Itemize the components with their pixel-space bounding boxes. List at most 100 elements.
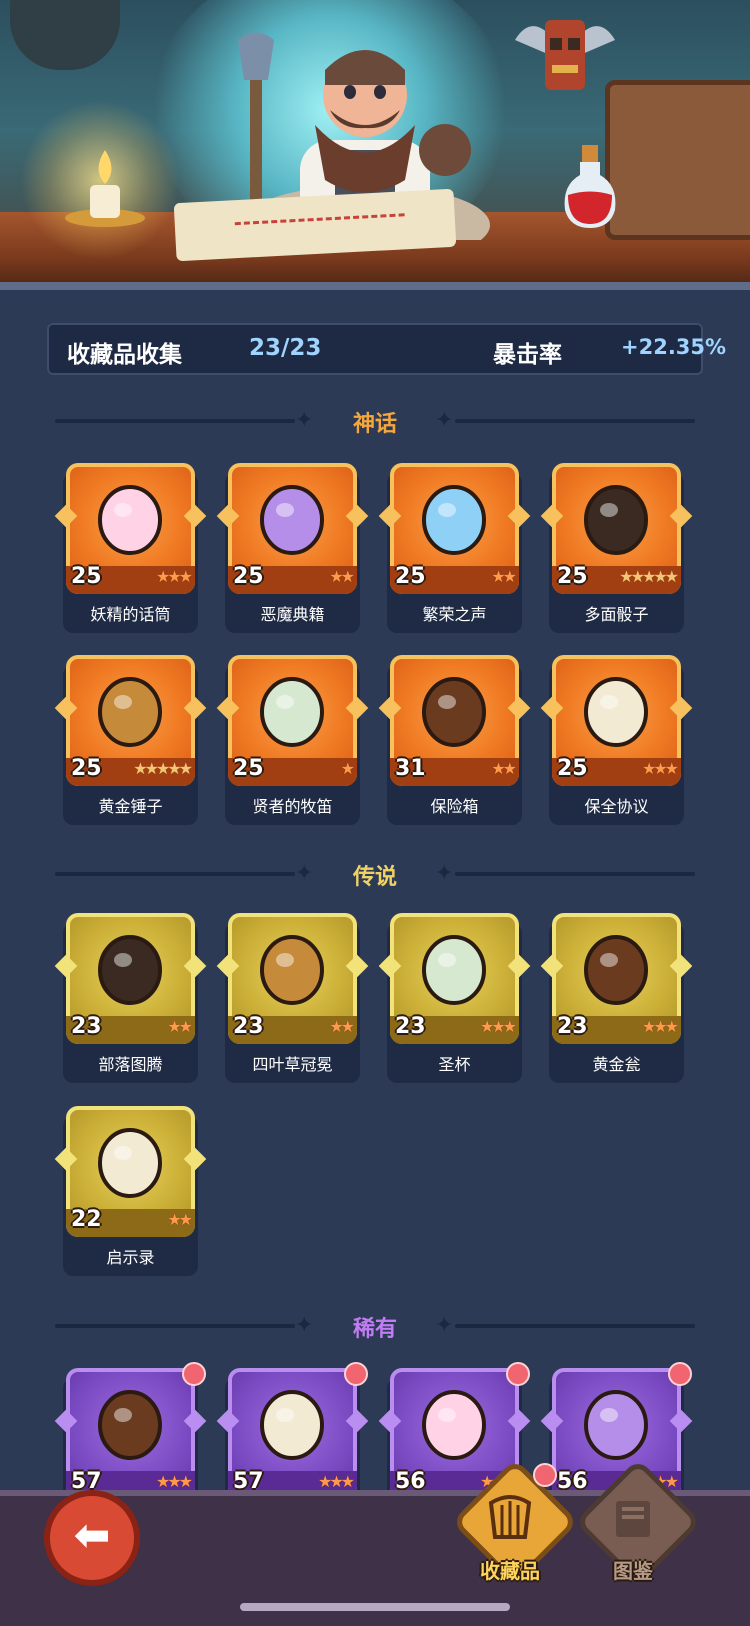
notification-dot: [668, 1362, 692, 1386]
collectible-card[interactable]: 25 ★★★ 妖精的话筒: [54, 463, 207, 633]
card-level: 23: [233, 1014, 264, 1039]
card-level: 25: [71, 564, 102, 589]
card-stars: ★★: [491, 567, 517, 586]
collectible-card[interactable]: 25 ★★★★★ 多面骰子: [540, 463, 693, 633]
card-name: 启示录: [106, 1248, 155, 1267]
section-divider-legend: ✦ 传说 ✦: [55, 858, 695, 890]
collectible-card[interactable]: 23 ★★★ 圣杯: [378, 913, 531, 1083]
revelation-book-icon: [98, 1128, 162, 1198]
treasure-chest-icon: [422, 677, 486, 747]
collectible-card[interactable]: 23 ★★ 部落图腾: [54, 913, 207, 1083]
card-stars: ★★★: [641, 1017, 679, 1036]
golden-urn-icon: [584, 935, 648, 1005]
card-name: 妖精的话筒: [90, 605, 171, 624]
card-level: 25: [233, 564, 264, 589]
candle-icon: [65, 150, 145, 227]
hanging-shield: [10, 0, 120, 70]
card-stars: ★★: [167, 1210, 193, 1229]
card-stars: ★: [340, 759, 355, 778]
collectible-card[interactable]: 25 ★★★★★ 黄金锤子: [54, 655, 207, 825]
collection-count: 23/23: [249, 335, 322, 361]
shop-chest: [605, 80, 750, 240]
card-level: 22: [71, 1207, 102, 1232]
sparkle-icon: ✦: [435, 1313, 454, 1338]
tab-collectibles[interactable]: 收藏品: [451, 1458, 579, 1597]
card-name: 贤者的牧笛: [252, 797, 333, 816]
fairy-microphone-icon: [98, 485, 162, 555]
card-stars: ★★: [329, 567, 355, 586]
skull-dagger-icon: [98, 1390, 162, 1460]
card-name: 保全协议: [584, 797, 649, 816]
collection-stat-bar: 收藏品收集 23/23 暴击率 +22.35%: [47, 323, 726, 375]
collectible-card[interactable]: 25 ★★ 繁荣之声: [378, 463, 531, 633]
hero-bottom-rim: [0, 282, 750, 290]
tab-collectibles-label: 收藏品: [480, 1559, 540, 1583]
clover-crown-icon: [260, 935, 324, 1005]
card-stars: ★★★: [641, 759, 679, 778]
card-name: 黄金瓮: [592, 1055, 641, 1074]
home-indicator[interactable]: [240, 1603, 510, 1611]
sparkle-icon: ✦: [435, 408, 454, 433]
collectible-card[interactable]: 22 ★★ 启示录: [54, 1106, 207, 1276]
card-name: 保险箱: [430, 797, 479, 816]
collectible-card[interactable]: 25 ★★★ 保全协议: [540, 655, 693, 825]
crit-value: +22.35%: [621, 335, 727, 359]
totem-mask-decor: [515, 20, 615, 90]
card-level: 25: [71, 756, 102, 781]
card-level: 31: [395, 756, 426, 781]
card-stars: ★★★★★: [133, 759, 193, 778]
card-name: 部落图腾: [98, 1055, 163, 1074]
card-stars: ★★★: [155, 1472, 193, 1491]
harp-icon: [488, 1495, 532, 1539]
card-stars: ★★★: [155, 567, 193, 586]
golden-hammer-icon: [98, 677, 162, 747]
fire-feather-icon: [422, 1390, 486, 1460]
thorn-shackles-icon: [584, 1390, 648, 1460]
section-divider-rare: ✦ 稀有 ✦: [55, 1310, 695, 1342]
card-level: 23: [557, 1014, 588, 1039]
collectible-card[interactable]: 25 ★ 贤者的牧笛: [216, 655, 369, 825]
card-stars: ★★★★★: [619, 567, 679, 586]
section-divider-myth: ✦ 神话 ✦: [55, 405, 695, 437]
card-stars: ★★: [329, 1017, 355, 1036]
notification-dot: [182, 1362, 206, 1386]
notification-dot: [533, 1463, 557, 1487]
polyhedral-dice-icon: [584, 485, 648, 555]
card-name: 恶魔典籍: [260, 605, 325, 624]
stone-axe-icon: [260, 1390, 324, 1460]
collectible-card[interactable]: 23 ★★★ 黄金瓮: [540, 913, 693, 1083]
card-stars: ★★★: [317, 1472, 355, 1491]
prosperity-horn-icon: [422, 485, 486, 555]
card-level: 25: [557, 756, 588, 781]
collectible-card[interactable]: 25 ★★ 恶魔典籍: [216, 463, 369, 633]
collectible-card[interactable]: 23 ★★ 四叶草冠冕: [216, 913, 369, 1083]
collection-label: 收藏品收集: [67, 342, 182, 368]
card-level: 25: [395, 564, 426, 589]
card-level: 25: [557, 564, 588, 589]
card-name: 四叶草冠冕: [252, 1055, 333, 1074]
hero-scene: [0, 0, 750, 290]
back-arrow-icon: ⬅: [73, 1510, 111, 1561]
collectible-card[interactable]: 31 ★★ 保险箱: [378, 655, 531, 825]
card-stars: ★★★: [479, 1017, 517, 1036]
demon-tome-icon: [260, 485, 324, 555]
codex-book-icon: [616, 1501, 650, 1537]
card-name: 繁荣之声: [422, 605, 487, 624]
card-level: 25: [233, 756, 264, 781]
card-stars: ★★: [167, 1017, 193, 1036]
sage-flute-icon: [260, 677, 324, 747]
card-name: 黄金锤子: [98, 797, 163, 816]
card-level: 23: [395, 1014, 426, 1039]
card-name: 圣杯: [438, 1055, 471, 1074]
card-stars: ★★: [491, 759, 517, 778]
sparkle-icon: ✦: [435, 861, 454, 886]
notification-dot: [344, 1362, 368, 1386]
tribal-totem-icon: [98, 935, 162, 1005]
card-name: 多面骰子: [584, 605, 649, 624]
tab-codex[interactable]: 图鉴: [574, 1458, 702, 1597]
notification-dot: [506, 1362, 530, 1386]
tab-codex-label: 图鉴: [613, 1559, 653, 1583]
back-button[interactable]: ⬅: [44, 1490, 140, 1586]
card-level: 23: [71, 1014, 102, 1039]
holy-grail-icon: [422, 935, 486, 1005]
